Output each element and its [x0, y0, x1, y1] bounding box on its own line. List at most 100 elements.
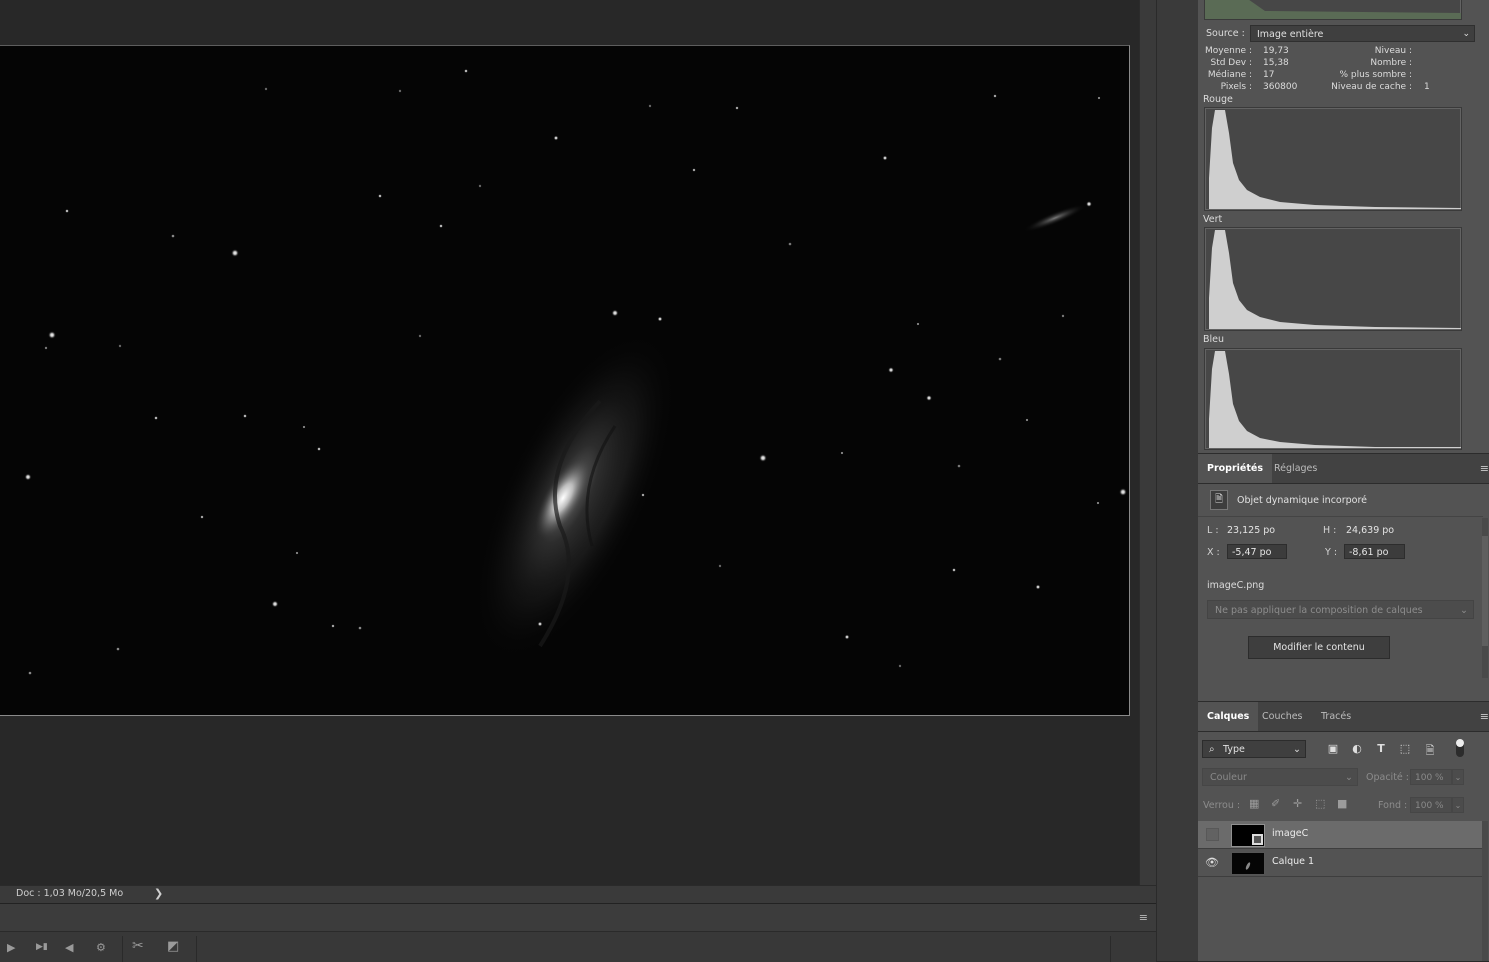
filter-pixel-icon[interactable]: ▣	[1326, 742, 1340, 755]
tab-adjustments[interactable]: Réglages	[1265, 454, 1326, 483]
stat-median-label: Médiane :	[1207, 70, 1252, 80]
stat-median-value: 17	[1263, 70, 1275, 80]
layer-row-imagec[interactable]: imageC	[1198, 821, 1482, 849]
filter-type-icon[interactable]: T	[1374, 742, 1388, 755]
tab-channels[interactable]: Couches	[1253, 702, 1312, 731]
histogram-composite	[1204, 0, 1462, 20]
object-type-label: Objet dynamique incorporé	[1237, 495, 1368, 506]
tab-properties[interactable]: Propriétés	[1198, 454, 1272, 483]
histogram-red	[1204, 107, 1462, 211]
galaxy-image	[0, 46, 1129, 715]
layer-filter-value: Type	[1223, 744, 1245, 755]
layer-thumbnail	[1231, 852, 1265, 875]
stat-level-label: Niveau :	[1374, 46, 1412, 56]
smart-object-icon: 🗎	[1210, 490, 1228, 510]
stat-count-label: Nombre :	[1370, 58, 1412, 68]
edit-contents-button[interactable]: Modifier le contenu	[1248, 636, 1390, 659]
timeline-separator	[122, 936, 123, 962]
timeline-separator	[1110, 936, 1111, 962]
play-icon[interactable]: ▶	[7, 941, 15, 954]
stat-mean-label: Moyenne :	[1205, 46, 1252, 56]
chevron-down-icon: ⌄	[1462, 29, 1470, 39]
width-value[interactable]: 23,125 po	[1227, 525, 1275, 536]
document-workspace	[0, 0, 1139, 885]
stat-cache-value: 1	[1424, 82, 1430, 92]
tab-paths[interactable]: Tracés	[1312, 702, 1360, 731]
stat-percentile-label: % plus sombre :	[1339, 70, 1413, 80]
filter-adjustment-icon[interactable]: ◐	[1350, 742, 1364, 755]
smart-object-thumbnail	[1232, 825, 1264, 846]
layer-row-calque-1[interactable]: 👁 Calque 1	[1198, 849, 1482, 877]
document-canvas[interactable]	[0, 45, 1130, 716]
transition-icon[interactable]: ◩	[167, 939, 179, 954]
opacity-dropdown-icon[interactable]: ⌄	[1452, 769, 1464, 785]
histogram-green-label: Vert	[1203, 214, 1223, 225]
x-input[interactable]: -5,47 po	[1227, 544, 1287, 559]
document-vertical-scrollbar[interactable]	[1139, 0, 1157, 885]
layer-name[interactable]: Calque 1	[1272, 856, 1314, 867]
tab-layers[interactable]: Calques	[1198, 702, 1259, 731]
layer-name[interactable]: imageC	[1272, 828, 1308, 839]
status-bar: Doc : 1,03 Mo/20,5 Mo ❯	[0, 885, 1156, 903]
histogram-red-label: Rouge	[1203, 94, 1233, 105]
split-scissors-icon[interactable]: ✂	[132, 938, 144, 954]
layer-comp-select[interactable]: Ne pas appliquer la composition de calqu…	[1207, 600, 1474, 619]
histogram-blue	[1204, 348, 1462, 450]
properties-scrollbar-thumb[interactable]	[1482, 536, 1488, 646]
layers-scrollbar[interactable]	[1482, 821, 1488, 961]
filter-toggle-knob	[1456, 739, 1464, 747]
fill-dropdown-icon[interactable]: ⌄	[1452, 797, 1464, 813]
source-select-value: Image entière	[1257, 29, 1324, 40]
timeline-separator	[196, 936, 197, 962]
right-panel-dock: Source : Image entière ⌄ Moyenne : 19,73…	[1198, 0, 1489, 961]
blend-mode-value: Couleur	[1210, 772, 1247, 783]
lock-all-icon[interactable]: ■	[1337, 797, 1347, 810]
properties-menu-icon[interactable]: ≡	[1480, 462, 1489, 475]
height-label: H :	[1323, 525, 1337, 536]
histogram-blue-graph	[1209, 351, 1461, 448]
properties-object-header: 🗎 Objet dynamique incorporé	[1198, 484, 1483, 517]
blend-mode-select[interactable]: Couleur ⌄	[1202, 768, 1358, 786]
galaxy-thumbnail	[1232, 853, 1264, 874]
opacity-input[interactable]: 100 %	[1410, 769, 1452, 785]
lock-position-icon[interactable]: ✛	[1293, 797, 1302, 810]
stat-stddev-label: Std Dev :	[1210, 58, 1252, 68]
histogram-green-graph	[1209, 230, 1461, 329]
histogram-red-graph	[1209, 110, 1461, 209]
lock-label: Verrou :	[1203, 800, 1241, 811]
timeline-controls: ▶ ▶▮ ◀ ⚙ ✂ ◩	[0, 931, 1156, 962]
linked-file-name: imageC.png	[1207, 580, 1265, 591]
audio-icon[interactable]: ◀	[65, 941, 73, 954]
search-icon: ⌕	[1209, 744, 1215, 755]
histogram-green	[1204, 227, 1462, 331]
filter-shape-icon[interactable]: ⬚	[1398, 742, 1412, 755]
lock-artboard-icon[interactable]: ⬚	[1315, 797, 1325, 810]
fill-input[interactable]: 100 %	[1410, 797, 1452, 813]
stat-cache-label: Niveau de cache :	[1331, 82, 1412, 92]
filter-toggle-switch[interactable]	[1456, 739, 1464, 757]
lock-pixels-brush-icon[interactable]: ✐	[1271, 797, 1280, 810]
layer-filter-select[interactable]: ⌕ Type ⌄	[1202, 740, 1306, 758]
layers-menu-icon[interactable]: ≡	[1480, 710, 1489, 723]
source-select[interactable]: Image entière ⌄	[1250, 25, 1475, 42]
timeline-panel-header: ≡	[0, 903, 1156, 932]
visibility-off-box[interactable]	[1206, 828, 1219, 841]
y-input[interactable]: -8,61 po	[1344, 544, 1405, 559]
opacity-label: Opacité :	[1366, 772, 1409, 783]
chevron-down-icon: ⌄	[1345, 772, 1353, 783]
x-label: X :	[1207, 547, 1220, 558]
lock-transparency-icon[interactable]: ▦	[1249, 797, 1259, 810]
status-menu-arrow-icon[interactable]: ❯	[154, 887, 163, 900]
height-value[interactable]: 24,639 po	[1346, 525, 1394, 536]
timeline-menu-icon[interactable]: ≡	[1139, 911, 1148, 924]
properties-scrollbar[interactable]	[1482, 518, 1488, 678]
properties-tabbar: Propriétés Réglages ≡	[1198, 453, 1489, 484]
eye-icon[interactable]: 👁	[1205, 856, 1219, 869]
layer-thumbnail	[1231, 824, 1265, 847]
settings-icon[interactable]: ⚙	[96, 941, 106, 954]
panel-dock-strip	[1156, 0, 1199, 961]
step-forward-icon[interactable]: ▶▮	[36, 942, 48, 952]
filter-smart-object-icon[interactable]: 🗎	[1423, 742, 1437, 761]
y-label: Y :	[1325, 547, 1338, 558]
stat-stddev-value: 15,38	[1263, 58, 1289, 68]
